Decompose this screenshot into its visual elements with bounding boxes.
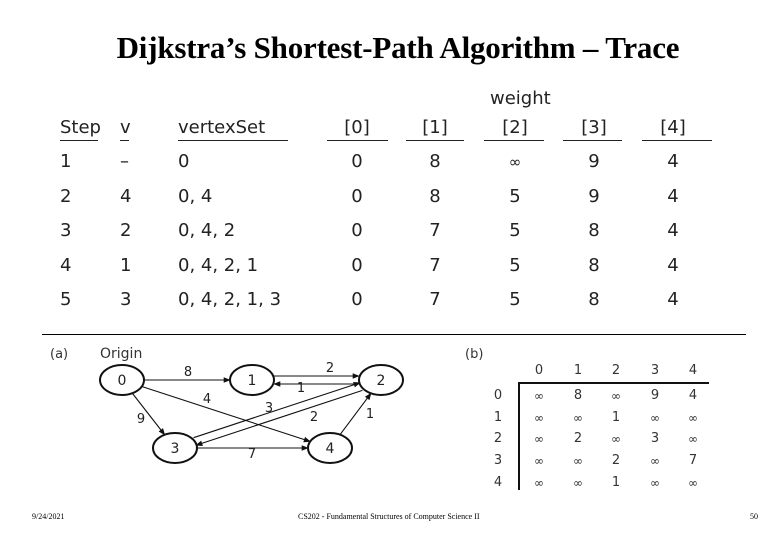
matrix-cell: 7 <box>688 453 698 468</box>
matrix-row-header: 0 <box>493 388 503 403</box>
matrix-cell: 9 <box>650 388 660 403</box>
matrix-cell: ∞ <box>573 476 583 490</box>
matrix-cell: ∞ <box>650 454 660 468</box>
matrix-cell: ∞ <box>688 411 698 425</box>
matrix-top-rule <box>519 382 709 384</box>
matrix-cell: 2 <box>611 453 621 468</box>
matrix-cell: ∞ <box>688 476 698 490</box>
edge-weight-label: 4 <box>203 392 211 407</box>
graph-node-label: 1 <box>248 373 257 389</box>
matrix-row-header: 2 <box>493 431 503 446</box>
edge-weight-label: 1 <box>366 407 374 422</box>
matrix-cell: ∞ <box>573 454 583 468</box>
edge-weight-label: 9 <box>137 412 145 427</box>
matrix-cell: ∞ <box>534 411 544 425</box>
edge-weight-label: 2 <box>326 361 334 376</box>
footer-date: 9/24/2021 <box>32 512 65 521</box>
matrix-col-header: 2 <box>611 363 621 378</box>
matrix-cell: ∞ <box>688 432 698 446</box>
matrix-cell: 2 <box>573 431 583 446</box>
matrix-cell: 1 <box>611 410 621 425</box>
matrix-cell: ∞ <box>573 411 583 425</box>
matrix-cell: ∞ <box>611 389 621 403</box>
matrix-cell: ∞ <box>650 476 660 490</box>
matrix-cell: ∞ <box>534 476 544 490</box>
edge-3-to-2 <box>193 382 361 439</box>
matrix-row-header: 4 <box>493 475 503 490</box>
graph-node-label: 3 <box>171 441 180 457</box>
edge-weight-label: 2 <box>310 410 318 425</box>
edge-weight-label: 7 <box>248 447 256 462</box>
matrix-cell: ∞ <box>611 432 621 446</box>
edge-weight-label: 1 <box>297 381 305 396</box>
matrix-cell: ∞ <box>650 411 660 425</box>
graph-node-label: 0 <box>118 373 127 389</box>
matrix-cell: ∞ <box>534 432 544 446</box>
footer-course: CS202 - Fundamental Structures of Comput… <box>298 512 480 521</box>
edge-weight-label: 8 <box>184 365 192 380</box>
matrix-row-header: 3 <box>493 453 503 468</box>
graph-node-label: 2 <box>377 373 386 389</box>
matrix-cell: ∞ <box>534 389 544 403</box>
matrix-left-rule <box>518 382 520 490</box>
matrix-cell: 4 <box>688 388 698 403</box>
matrix-col-header: 1 <box>573 363 583 378</box>
graph-node-label: 4 <box>326 441 335 457</box>
matrix-row-header: 1 <box>493 410 503 425</box>
matrix-cell: 8 <box>573 388 583 403</box>
footer-page-number: 50 <box>750 512 758 521</box>
matrix-col-header: 4 <box>688 363 698 378</box>
matrix-cell: 1 <box>611 475 621 490</box>
matrix-cell: ∞ <box>534 454 544 468</box>
matrix-cell: 3 <box>650 431 660 446</box>
matrix-col-header: 3 <box>650 363 660 378</box>
matrix-panel-label: (b) <box>465 347 484 362</box>
matrix-col-header: 0 <box>534 363 544 378</box>
